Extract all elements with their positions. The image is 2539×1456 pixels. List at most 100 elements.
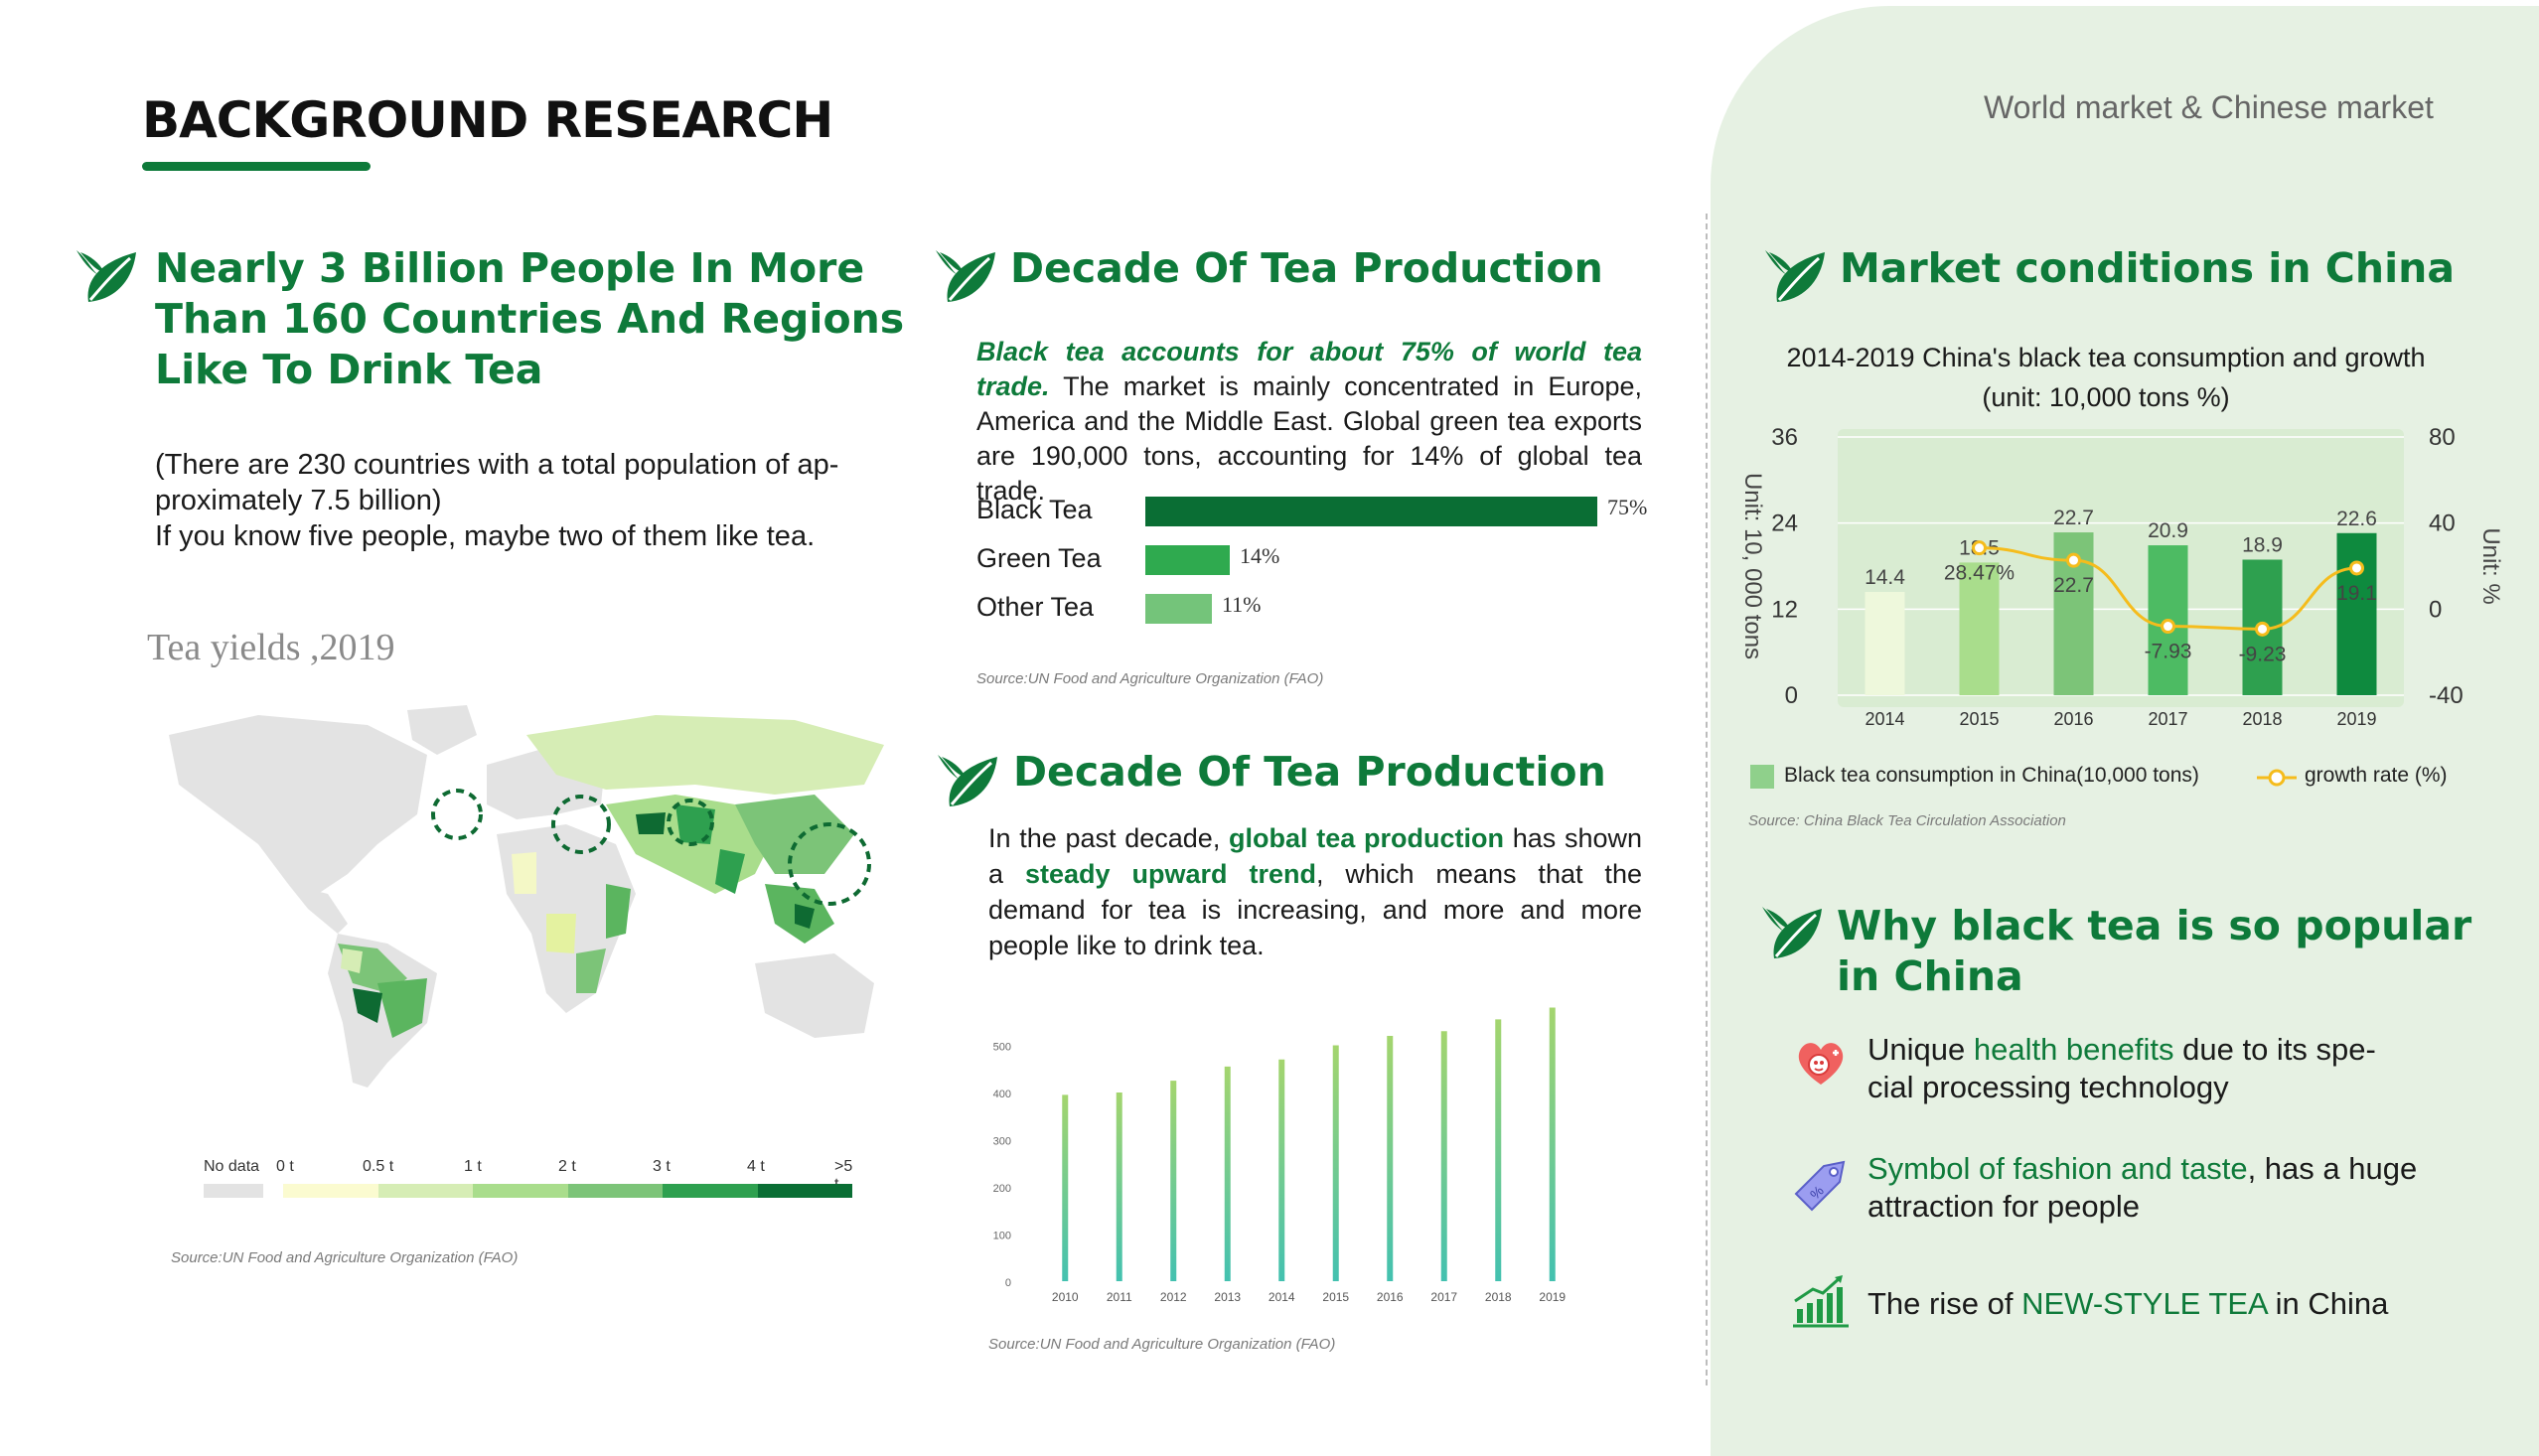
bar-category-label: Other Tea	[976, 592, 1095, 622]
bar-value-label: 14%	[1240, 543, 1280, 568]
trade-share-bar	[1145, 497, 1597, 526]
production-bar	[1387, 1036, 1394, 1281]
section2-paragraph: Black tea accounts for about 75% of worl…	[976, 337, 1642, 506]
x-tick-label: 2019	[2336, 709, 2376, 729]
x-tick-label: 2015	[1322, 1290, 1349, 1304]
china-consumption-chart: 0 12 24 36 -40 0 40 80 Unit: 10, 000 tons Unit: %…	[1739, 424, 2504, 729]
price-tag-icon: %	[1794, 1160, 1846, 1212]
legend-label: 0 t	[276, 1158, 294, 1175]
y-tick-label: 500	[993, 1042, 1011, 1054]
legend-label: 3 t	[653, 1158, 671, 1175]
y2-axis-label: Unit: %	[2477, 527, 2504, 604]
x-tick-label: 2014	[1865, 709, 1904, 729]
x-tick-label: 2017	[1430, 1290, 1457, 1304]
legend-label-growth: growth rate (%)	[2305, 764, 2448, 787]
title-underline	[142, 162, 371, 171]
y-axis-label: Unit: 10, 000 tons	[1739, 473, 1766, 659]
map-legend: No data 0 t 0.5 t 1 t 2 t 3 t 4 t >5 t	[204, 1158, 859, 1208]
tea-leaf-icon	[75, 242, 138, 306]
production-bar	[1278, 1059, 1285, 1281]
y-tick-label: 36	[1771, 424, 1798, 451]
growth-value-label: 22.7	[2053, 574, 2094, 597]
growth-rate-point	[2066, 552, 2081, 568]
heart-health-icon	[1798, 1043, 1844, 1085]
production-bar	[1549, 1007, 1556, 1281]
reason-item-health: Unique health benefits due to its spe- c…	[1867, 1032, 2376, 1104]
tea-trade-share-chart: Black Tea 75% Green Tea 14% Other Tea 11%	[976, 495, 1672, 646]
legend-label: No data	[204, 1158, 260, 1175]
x-tick-label: 2016	[1377, 1290, 1404, 1304]
y-tick-label: 200	[993, 1183, 1011, 1195]
bar-value-label: 18.9	[2242, 534, 2283, 557]
map-title: Tea yields ,2019	[147, 627, 395, 668]
growth-rate-point	[1972, 540, 1987, 556]
x-tick-label: 2014	[1269, 1290, 1295, 1304]
trade-share-bar	[1145, 545, 1230, 575]
tea-leaf-icon	[936, 747, 999, 810]
tea-leaf-icon	[934, 242, 997, 306]
legend-label: 0.5 t	[363, 1158, 394, 1175]
y2-tick-label: 0	[2429, 596, 2442, 623]
production-bar	[1224, 1066, 1231, 1281]
bar-category-label: Black Tea	[976, 495, 1093, 524]
legend-swatch-bar	[1750, 765, 1774, 789]
growth-rate-point	[2161, 619, 2175, 635]
tea-production-chart: 0 100 200 300 400 500 2010 2011 2012 2013 2014 2015…	[993, 1007, 1566, 1304]
bar-value-label: 22.7	[2053, 507, 2094, 529]
bar-value-label: 11%	[1222, 592, 1262, 617]
bar-value-label: 75%	[1607, 495, 1648, 519]
production-bar	[1116, 1092, 1122, 1281]
y2-tick-label: 80	[2429, 424, 2456, 451]
x-tick-label: 2019	[1539, 1290, 1566, 1304]
section3-paragraph: In the past decade, global tea productio…	[988, 823, 1642, 960]
section1-source: Source:UN Food and Agriculture Organizat…	[171, 1249, 519, 1266]
bar-value-label: 22.6	[2336, 508, 2377, 530]
legend-scale	[283, 1184, 852, 1198]
legend-swatch-line	[2257, 769, 2297, 787]
y-tick-label: 100	[993, 1231, 1011, 1242]
china-chart-legend: Black tea consumption in China(10,000 to…	[1750, 760, 2505, 800]
growth-rate-point	[2255, 621, 2270, 637]
reason-item-newstyle: The rise of NEW-STYLE TEA in China	[1867, 1286, 2389, 1321]
growth-value-label: 19.1	[2336, 582, 2377, 605]
legend-label-consumption: Black tea consumption in China(10,000 to…	[1784, 764, 2199, 787]
y-tick-label: 0	[1785, 682, 1798, 709]
x-tick-label: 2012	[1160, 1290, 1187, 1304]
y-tick-label: 0	[1005, 1277, 1011, 1289]
y-tick-label: 400	[993, 1089, 1011, 1100]
page-title: BACKGROUND RESEARCH	[142, 91, 833, 149]
bar-value-label: 14.4	[1865, 566, 1905, 589]
legend-label: 4 t	[747, 1158, 765, 1175]
x-tick-label: 2018	[1485, 1290, 1512, 1304]
growth-value-label: -7.93	[2145, 641, 2192, 663]
growth-rate-point	[2349, 560, 2364, 576]
legend-swatch-nodata	[204, 1184, 263, 1198]
column-divider	[1706, 214, 1708, 1385]
bar-value-label: 20.9	[2148, 519, 2188, 542]
section2-source: Source:UN Food and Agriculture Organizat…	[976, 670, 1324, 687]
tea-leaf-icon	[1763, 242, 1827, 306]
section1-body: (There are 230 countries with a total po…	[155, 449, 839, 552]
section1-title: Nearly 3 Billion People In More Than 160…	[155, 244, 905, 393]
growth-chart-icon	[1793, 1275, 1849, 1328]
production-bar	[1495, 1019, 1502, 1281]
production-bar	[1170, 1081, 1177, 1281]
y-tick-label: 24	[1771, 510, 1798, 537]
reason-item-fashion: Symbol of fashion and taste, has a huge …	[1867, 1151, 2418, 1224]
world-tea-yield-map	[169, 705, 884, 1088]
y2-tick-label: 40	[2429, 510, 2456, 537]
china-chart-title: 2014-2019 China's black tea consumption …	[1786, 343, 2426, 412]
x-tick-label: 2010	[1052, 1290, 1079, 1304]
section3-source: Source:UN Food and Agriculture Organizat…	[988, 1336, 1336, 1353]
legend-label: 1 t	[464, 1158, 482, 1175]
y-tick-label: 12	[1771, 596, 1798, 623]
section5-title: Why black tea is so popular in China	[1837, 902, 2472, 1000]
page-subtitle: World market & Chinese market	[1984, 89, 2434, 125]
x-tick-label: 2013	[1214, 1290, 1241, 1304]
section3-title: Decade Of Tea Production	[1013, 748, 1606, 796]
trade-share-bar	[1145, 594, 1212, 624]
production-bar	[1332, 1045, 1339, 1281]
plot-area	[1838, 429, 2404, 707]
tea-leaf-icon	[1760, 899, 1824, 962]
section4-title: Market conditions in China	[1840, 244, 2455, 292]
